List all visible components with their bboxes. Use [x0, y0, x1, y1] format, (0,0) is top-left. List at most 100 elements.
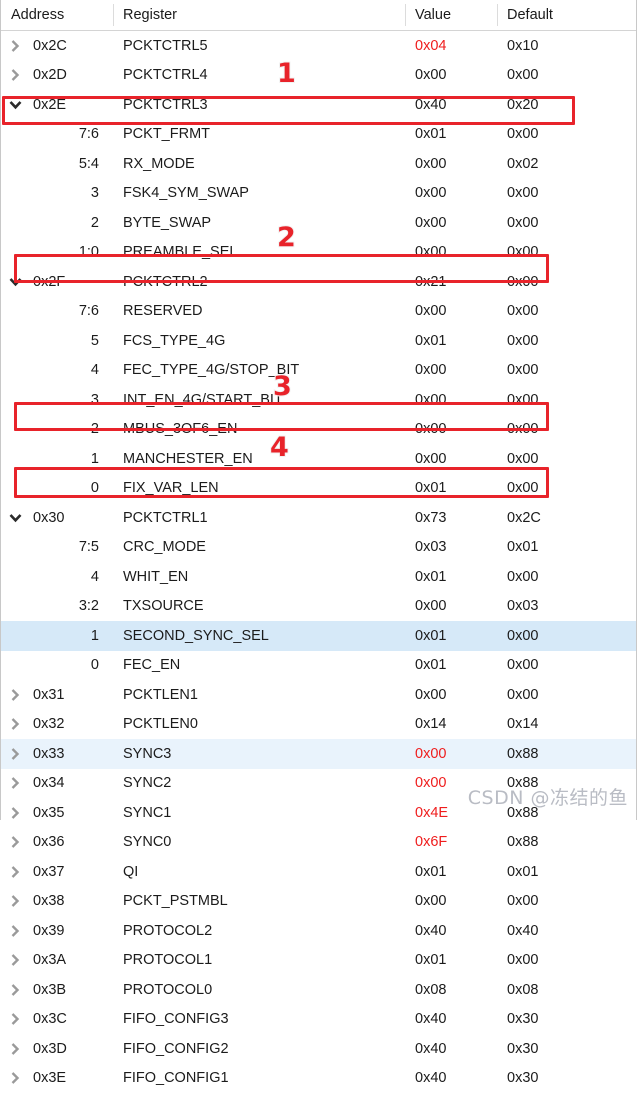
cell-value[interactable]: 0x00 [405, 61, 497, 91]
cell-value[interactable]: 0x00 [405, 592, 497, 622]
cell-value[interactable]: 0x01 [405, 474, 497, 504]
cell-value[interactable]: 0x08 [405, 975, 497, 1005]
cell-value[interactable]: 0x01 [405, 621, 497, 651]
table-row[interactable]: 1:0PREAMBLE_SEL0x000x00 [1, 238, 636, 268]
cell-value[interactable]: 0x00 [405, 208, 497, 238]
chevron-right-icon[interactable] [8, 38, 23, 53]
table-row[interactable]: 5:4RX_MODE0x000x02 [1, 149, 636, 179]
chevron-right-icon[interactable] [8, 982, 23, 997]
chevron-right-icon[interactable] [8, 923, 23, 938]
chevron-right-icon[interactable] [8, 1012, 23, 1027]
cell-value[interactable]: 0x00 [405, 887, 497, 917]
table-row[interactable]: 3INT_EN_4G/START_BIT0x000x00 [1, 385, 636, 415]
chevron-right-icon[interactable] [8, 835, 23, 850]
cell-default: 0x00 [497, 562, 636, 592]
cell-value[interactable]: 0x01 [405, 857, 497, 887]
table-row[interactable]: 3:2TXSOURCE0x000x03 [1, 592, 636, 622]
cell-value[interactable]: 0x00 [405, 149, 497, 179]
chevron-right-icon[interactable] [8, 894, 23, 909]
chevron-down-icon[interactable] [8, 274, 23, 289]
table-row[interactable]: 0x3APROTOCOL10x010x00 [1, 946, 636, 976]
table-row[interactable]: 1MANCHESTER_EN0x000x00 [1, 444, 636, 474]
table-row[interactable]: 7:6RESERVED0x000x00 [1, 297, 636, 327]
cell-value[interactable]: 0x14 [405, 710, 497, 740]
cell-register-name: PCKT_PSTMBL [113, 887, 405, 917]
cell-value[interactable]: 0x00 [405, 356, 497, 386]
cell-value[interactable]: 0x01 [405, 562, 497, 592]
table-row[interactable]: 0x35SYNC10x4E0x88 [1, 798, 636, 828]
cell-value[interactable]: 0x01 [405, 651, 497, 681]
table-row[interactable]: 0x3EFIFO_CONFIG10x400x30 [1, 1064, 636, 1093]
table-row[interactable]: 1SECOND_SYNC_SEL0x010x00 [1, 621, 636, 651]
cell-value[interactable]: 0x04 [405, 31, 497, 61]
table-row[interactable]: 0x36SYNC00x6F0x88 [1, 828, 636, 858]
column-header-value[interactable]: Value [405, 0, 497, 30]
table-row[interactable]: 3FSK4_SYM_SWAP0x000x00 [1, 179, 636, 209]
cell-value[interactable]: 0x40 [405, 1034, 497, 1064]
table-row[interactable]: 0x3DFIFO_CONFIG20x400x30 [1, 1034, 636, 1064]
cell-value[interactable]: 0x40 [405, 90, 497, 120]
cell-value[interactable]: 0x21 [405, 267, 497, 297]
chevron-right-icon[interactable] [8, 68, 23, 83]
cell-default: 0x2C [497, 503, 636, 533]
cell-value[interactable]: 0x6F [405, 828, 497, 858]
cell-value[interactable]: 0x01 [405, 946, 497, 976]
chevron-right-icon[interactable] [8, 953, 23, 968]
cell-bit-range: 3 [1, 385, 113, 415]
table-row[interactable]: 2BYTE_SWAP0x000x00 [1, 208, 636, 238]
chevron-right-icon[interactable] [8, 746, 23, 761]
table-row[interactable]: 0FIX_VAR_LEN0x010x00 [1, 474, 636, 504]
table-row[interactable]: 0x34SYNC20x000x88 [1, 769, 636, 799]
table-row[interactable]: 0x39PROTOCOL20x400x40 [1, 916, 636, 946]
chevron-right-icon[interactable] [8, 717, 23, 732]
cell-value[interactable]: 0x00 [405, 238, 497, 268]
table-row[interactable]: 0x3CFIFO_CONFIG30x400x30 [1, 1005, 636, 1035]
cell-value[interactable]: 0x03 [405, 533, 497, 563]
table-row[interactable]: 0x33SYNC30x000x88 [1, 739, 636, 769]
cell-value[interactable]: 0x40 [405, 916, 497, 946]
table-row[interactable]: 0x30PCKTCTRL10x730x2C [1, 503, 636, 533]
table-row[interactable]: 0x2CPCKTCTRL50x040x10 [1, 31, 636, 61]
column-header-default[interactable]: Default [497, 0, 636, 30]
table-row[interactable]: 0x2EPCKTCTRL30x400x20 [1, 90, 636, 120]
chevron-right-icon[interactable] [8, 687, 23, 702]
table-row[interactable]: 0x2FPCKTCTRL20x210x00 [1, 267, 636, 297]
table-row[interactable]: 5FCS_TYPE_4G0x010x00 [1, 326, 636, 356]
column-header-address[interactable]: Address [1, 0, 113, 30]
table-row[interactable]: 0x31PCKTLEN10x000x00 [1, 680, 636, 710]
cell-value[interactable]: 0x40 [405, 1005, 497, 1035]
chevron-right-icon[interactable] [8, 1041, 23, 1056]
chevron-right-icon[interactable] [8, 864, 23, 879]
cell-value[interactable]: 0x40 [405, 1064, 497, 1093]
cell-value[interactable]: 0x00 [405, 415, 497, 445]
column-header-register[interactable]: Register [113, 0, 405, 30]
cell-address: 0x3D [1, 1034, 113, 1064]
table-row[interactable]: 0FEC_EN0x010x00 [1, 651, 636, 681]
table-row[interactable]: 0x32PCKTLEN00x140x14 [1, 710, 636, 740]
cell-value[interactable]: 0x01 [405, 120, 497, 150]
table-row[interactable]: 7:5CRC_MODE0x030x01 [1, 533, 636, 563]
cell-value[interactable]: 0x00 [405, 739, 497, 769]
cell-value[interactable]: 0x00 [405, 444, 497, 474]
table-row[interactable]: 0x3BPROTOCOL00x080x08 [1, 975, 636, 1005]
chevron-down-icon[interactable] [8, 510, 23, 525]
cell-value[interactable]: 0x4E [405, 798, 497, 828]
chevron-down-icon[interactable] [8, 97, 23, 112]
cell-value[interactable]: 0x00 [405, 680, 497, 710]
cell-value[interactable]: 0x00 [405, 297, 497, 327]
cell-value[interactable]: 0x01 [405, 326, 497, 356]
chevron-right-icon[interactable] [8, 805, 23, 820]
chevron-right-icon[interactable] [8, 1071, 23, 1086]
table-row[interactable]: 0x2DPCKTCTRL40x000x00 [1, 61, 636, 91]
cell-value[interactable]: 0x00 [405, 385, 497, 415]
table-row[interactable]: 0x37QI0x010x01 [1, 857, 636, 887]
table-row[interactable]: 2MBUS_3OF6_EN0x000x00 [1, 415, 636, 445]
table-row[interactable]: 4FEC_TYPE_4G/STOP_BIT0x000x00 [1, 356, 636, 386]
chevron-right-icon[interactable] [8, 776, 23, 791]
table-row[interactable]: 7:6PCKT_FRMT0x010x00 [1, 120, 636, 150]
cell-value[interactable]: 0x73 [405, 503, 497, 533]
table-row[interactable]: 0x38PCKT_PSTMBL0x000x00 [1, 887, 636, 917]
cell-value[interactable]: 0x00 [405, 769, 497, 799]
table-row[interactable]: 4WHIT_EN0x010x00 [1, 562, 636, 592]
cell-value[interactable]: 0x00 [405, 179, 497, 209]
